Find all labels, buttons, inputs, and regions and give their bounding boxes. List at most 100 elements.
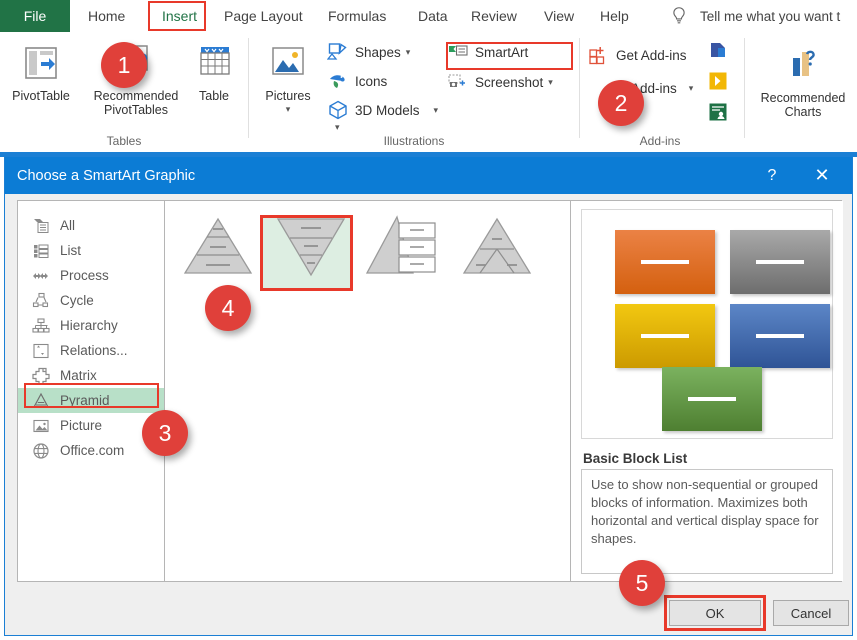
preview-block-4 [730, 304, 830, 368]
tab-page-layout[interactable]: Page Layout [216, 0, 311, 32]
hierarchy-icon [32, 317, 50, 333]
tell-me-search[interactable]: Tell me what you want t [700, 0, 840, 32]
preview-block-dash [756, 334, 804, 338]
callout-badge-4: 4 [205, 285, 251, 331]
3d-models-label: 3D Models [355, 102, 420, 118]
category-label-matrix: Matrix [60, 368, 97, 383]
preview-block-dash [688, 397, 736, 401]
shapes-button[interactable]: Shapes ▾ [327, 38, 410, 66]
gallery-item-basic-pyramid[interactable] [175, 211, 261, 283]
screenshot-caret-icon[interactable]: ▾ [548, 77, 553, 88]
all-icon [34, 218, 49, 233]
tab-review-label: Review [471, 8, 517, 24]
cancel-button-label: Cancel [790, 605, 832, 621]
callout-badge-1: 1 [101, 42, 147, 88]
screenshot-label: Screenshot [475, 74, 544, 90]
pictures-button[interactable]: Pictures ▾ [255, 40, 321, 116]
tab-home-label: Home [88, 8, 126, 24]
people-graph-icon[interactable] [708, 102, 728, 122]
tab-review[interactable]: Review [463, 0, 525, 32]
category-label-picture: Picture [60, 418, 103, 433]
tab-help-label: Help [600, 8, 629, 24]
category-item-hierarchy[interactable]: Hierarchy [18, 313, 164, 338]
category-label-list: List [60, 243, 82, 258]
recommended-charts-icon [793, 50, 815, 76]
recommended-pivottables-label-1: Recommended [93, 89, 179, 103]
table-icon [200, 47, 230, 75]
category-item-process[interactable]: Process [18, 263, 164, 288]
icons-icon [330, 75, 345, 88]
category-item-officecom[interactable]: Office.com [18, 438, 164, 463]
pivottable-button[interactable]: PivotTable [4, 40, 78, 103]
tab-formulas-label: Formulas [328, 8, 387, 24]
tab-formulas[interactable]: Formulas [320, 0, 394, 32]
smartart-dialog: Choose a SmartArt Graphic ? ✕ All List P… [4, 156, 853, 636]
get-addins-label: Get Add-ins [616, 47, 687, 63]
tab-view[interactable]: View [536, 0, 582, 32]
dialog-title: Choose a SmartArt Graphic [17, 167, 196, 184]
relationship-icon [33, 343, 49, 358]
cube-3d-icon [329, 100, 347, 120]
tab-data[interactable]: Data [410, 0, 456, 32]
category-item-list[interactable]: List [18, 238, 164, 263]
3d-models-button[interactable]: 3D Models ▾ [327, 96, 438, 124]
selected-layout-highlight [260, 215, 353, 291]
cycle-icon [32, 292, 49, 307]
screenshot-button[interactable]: Screenshot ▾ [447, 68, 553, 96]
pivottable-icon [25, 47, 57, 79]
callout-badge-3: 3 [142, 410, 188, 456]
gallery-item-segmented-pyramid[interactable] [454, 211, 540, 283]
3d-models-caret-icon[interactable]: ▾ [434, 105, 439, 116]
preview-block-dash [756, 260, 804, 264]
pictures-caret[interactable]: ▾ [255, 102, 321, 116]
category-item-all[interactable]: All [18, 213, 164, 238]
tab-data-label: Data [418, 8, 448, 24]
get-addins-button[interactable]: Get Add-ins [588, 41, 687, 69]
tab-view-label: View [544, 8, 575, 24]
picture-icon [33, 419, 49, 432]
pyramid-category-highlight [24, 383, 159, 408]
ok-button-highlight [664, 595, 766, 631]
group-label-illustrations: Illustrations [383, 134, 445, 148]
category-list: All List Process Cycle Hierarchy Relatio… [18, 201, 165, 581]
cancel-button[interactable]: Cancel [773, 600, 849, 626]
group-label-addins: Add-ins [639, 134, 681, 148]
tab-page-layout-label: Page Layout [224, 8, 303, 24]
lightbulb-icon [673, 7, 685, 24]
recommended-charts-button[interactable]: Recommended Charts [751, 42, 855, 119]
shapes-caret-icon[interactable]: ▾ [406, 47, 411, 58]
preview-block-dash [641, 260, 689, 264]
shapes-icon [327, 43, 347, 60]
my-addins-caret-icon[interactable]: ▾ [689, 83, 694, 94]
category-item-relationship[interactable]: Relations... [18, 338, 164, 363]
pictures-icon [272, 47, 304, 75]
visio-icon[interactable] [708, 40, 728, 60]
ribbon-group-charts: Recommended Charts [745, 32, 857, 150]
bing-maps-icon[interactable] [708, 71, 728, 91]
dialog-title-bar: Choose a SmartArt Graphic ? ✕ [5, 157, 852, 194]
help-icon[interactable]: ? [752, 157, 792, 194]
icons-button[interactable]: Icons [327, 67, 387, 95]
preview-block-3 [615, 304, 715, 368]
pivottable-label: PivotTable [12, 89, 70, 103]
shapes-label: Shapes [355, 44, 401, 60]
process-icon [33, 272, 48, 279]
close-icon[interactable]: ✕ [800, 157, 844, 194]
recommended-pivottables-label-2: PivotTables [104, 103, 168, 117]
group-label-tables: Tables [106, 134, 142, 148]
pictures-overflow-caret[interactable]: ▾ [335, 122, 340, 133]
tab-help[interactable]: Help [592, 0, 637, 32]
gallery-item-pyramid-list[interactable] [361, 211, 447, 283]
tab-file[interactable]: File [0, 0, 70, 32]
tab-home[interactable]: Home [80, 0, 133, 32]
category-item-cycle[interactable]: Cycle [18, 288, 164, 313]
dialog-body: All List Process Cycle Hierarchy Relatio… [17, 200, 843, 582]
preview-block-1 [615, 230, 715, 294]
category-label-relationship: Relations... [60, 343, 128, 358]
smartart-highlight [446, 42, 573, 70]
callout-badge-2: 2 [598, 80, 644, 126]
category-label-officecom: Office.com [60, 443, 125, 458]
table-button[interactable]: Table [186, 40, 242, 103]
pyramid-list-thumb [365, 215, 436, 274]
preview-pane: Basic Block List Use to show non-sequent… [571, 201, 843, 581]
